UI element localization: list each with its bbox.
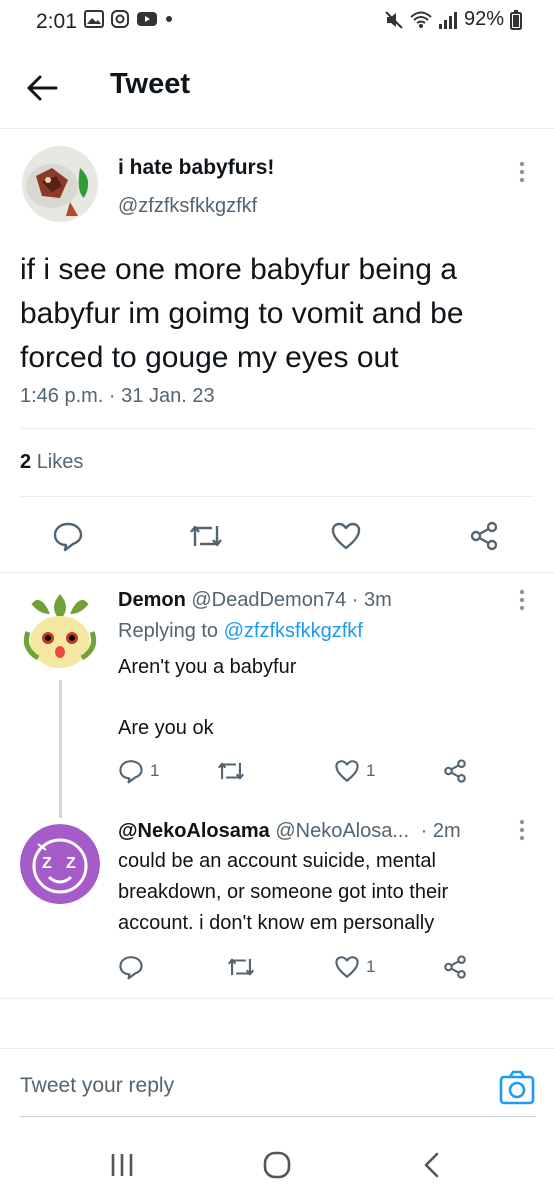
dot-icon [166,16,172,22]
reply-header: @NekoAlosama @NekoAlosa... · 2m [118,820,461,843]
tweet-timestamp: 1:46 p.m. · 31 Jan. 23 [20,385,215,407]
author-name[interactable]: i hate babyfurs! [118,156,274,180]
reply-text-line: Are you ok [118,717,214,739]
like-count: 1 [366,957,376,976]
heart-icon [335,956,359,978]
reply-text-line: Aren't you a babyfur [118,656,297,678]
like-count: 1 [366,761,376,780]
camera-button[interactable] [498,1069,536,1107]
share-icon [470,521,498,551]
header-divider [0,128,554,129]
chevron-left-icon [424,1152,439,1178]
status-bar: 2:01 92% [0,0,554,44]
comment-icon [53,522,83,552]
camera-icon [499,1070,535,1105]
reply-button[interactable]: 1 [118,758,159,784]
svg-text:Z: Z [42,855,52,872]
more-vertical-icon [519,161,525,183]
reply-header: Demon @DeadDemon74 · 3m [118,589,392,612]
recents-icon [111,1154,133,1176]
thread-line [59,680,62,818]
reply-author-handle[interactable]: @NekoAlosa... [275,820,409,842]
reply-count: 1 [150,761,160,780]
instagram-icon [111,10,129,28]
replying-to-label: Replying to [118,620,219,642]
tweet-text: if i see one more babyfur being a babyfu… [20,253,464,374]
comment-icon [119,956,143,980]
reply-time: · 2m [420,820,461,842]
reply-author-handle[interactable]: @DeadDemon74 [191,589,346,611]
more-options-button[interactable] [512,160,532,184]
reply-author-name[interactable]: @NekoAlosama [118,820,270,842]
youtube-icon [137,12,157,26]
recent-apps-button[interactable] [108,1140,136,1190]
divider [0,572,554,573]
share-button[interactable] [468,520,500,552]
input-underline [20,1116,536,1117]
heart-icon [331,522,361,550]
likes-count[interactable]: 2 Likes [20,451,83,474]
avatar-image [20,592,100,672]
retweet-icon [217,762,245,780]
comment-icon [119,760,143,784]
reply-button[interactable] [52,520,84,552]
more-vertical-icon [519,589,525,611]
avatar[interactable]: Z Z [20,824,100,904]
status-time: 2:01 [36,10,77,33]
avatar-image [22,146,98,222]
replying-to-handle[interactable]: @zfzfksfkkgzfkf [224,620,363,642]
share-button[interactable] [442,758,468,784]
composer-divider [0,1048,554,1049]
divider [0,998,554,999]
like-button[interactable]: 1 [334,758,375,784]
gallery-icon [84,10,104,28]
heart-icon [335,760,359,782]
divider [20,496,534,497]
retweet-icon [190,525,222,547]
likes-number: 2 [20,451,32,473]
share-icon [444,759,466,783]
reply-text: could be an account suicide, mental brea… [118,850,449,934]
like-button[interactable] [330,520,362,552]
svg-text:Z: Z [66,855,76,872]
author-handle[interactable]: @zfzfksfkkgzfkf [118,195,257,218]
likes-label: Likes [36,451,84,473]
page-title: Tweet [110,68,191,100]
home-icon [263,1151,291,1179]
retweet-button[interactable] [216,758,246,784]
retweet-icon [227,958,255,976]
reply-button[interactable] [118,954,144,980]
share-button[interactable] [442,954,468,980]
divider [20,428,534,429]
share-icon [444,955,466,979]
avatar-image: Z Z [20,824,100,904]
avatar[interactable] [22,146,98,222]
system-back-button[interactable] [420,1140,444,1190]
battery-icon [510,9,522,30]
like-button[interactable]: 1 [334,954,375,980]
arrow-left-icon [27,75,58,101]
back-button[interactable] [24,64,64,108]
signal-icon [438,11,457,29]
retweet-button[interactable] [188,520,224,552]
more-options-button[interactable] [512,588,532,612]
more-vertical-icon [519,819,525,841]
avatar[interactable] [20,592,100,672]
reply-input[interactable]: Tweet your reply [20,1074,174,1098]
reply-author-name[interactable]: Demon [118,589,186,611]
replying-to: Replying to @zfzfksfkkgzfkf [118,620,363,643]
battery-percent: 92% [463,8,504,30]
system-icons: 92% [384,8,522,31]
reply-time: · 3m [351,589,392,611]
more-options-button[interactable] [512,818,532,842]
notification-icons [84,9,174,29]
wifi-icon [410,11,432,28]
home-button[interactable] [262,1140,292,1190]
mute-icon [385,10,403,29]
retweet-button[interactable] [226,954,256,980]
